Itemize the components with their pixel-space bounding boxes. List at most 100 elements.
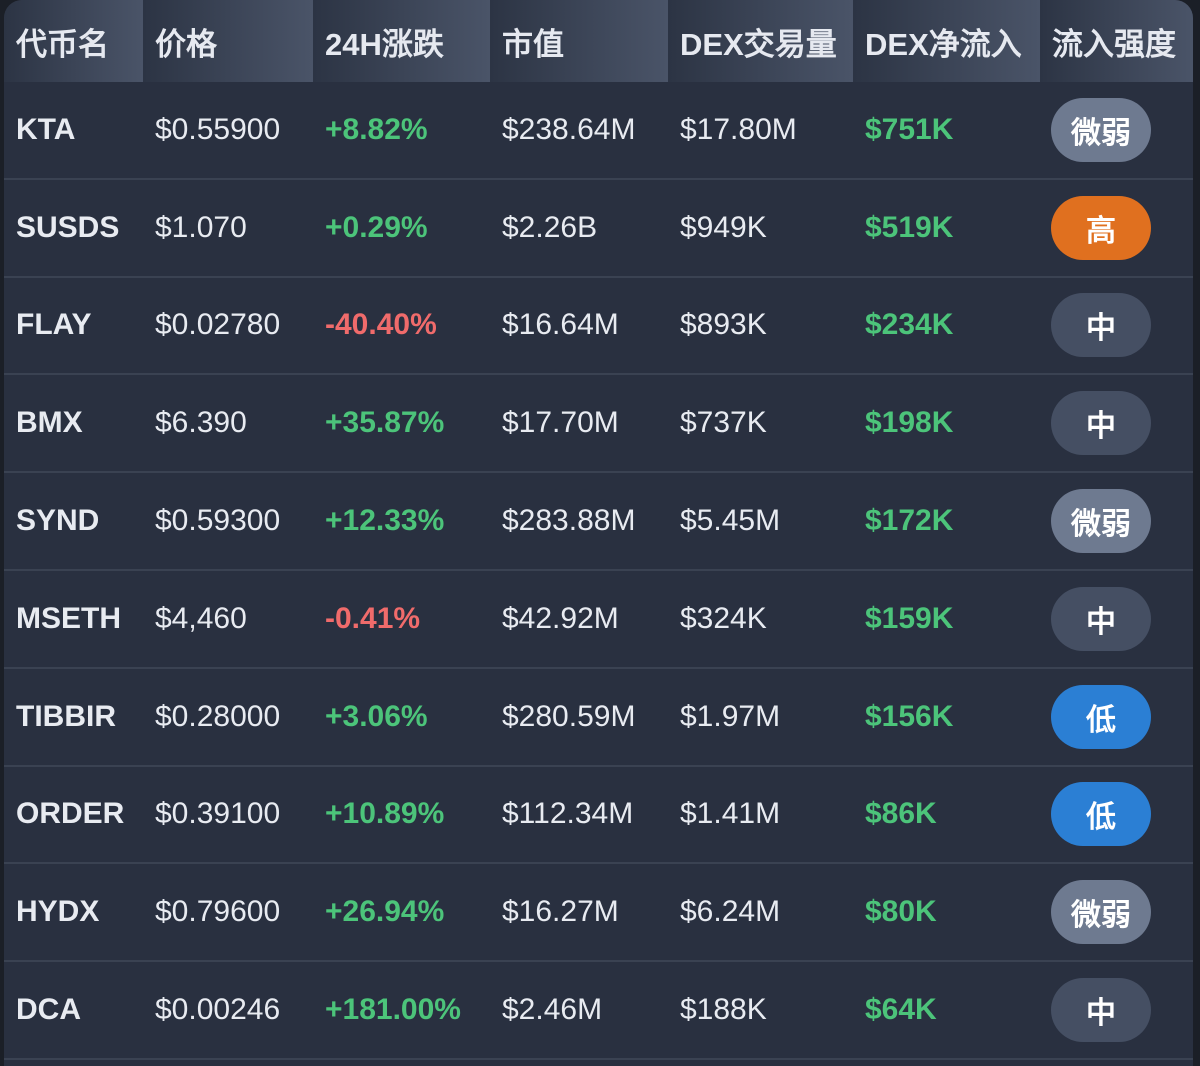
- cell-price: $0.02780: [155, 308, 281, 342]
- cell-token-name: SYND: [16, 504, 100, 538]
- cell-change-24h: +35.87%: [325, 406, 445, 440]
- inflow-strength-badge: 微弱: [1051, 880, 1151, 945]
- cell-market-cap: $112.34M: [502, 797, 634, 831]
- cell-dex-net-inflow: $751K: [865, 112, 954, 146]
- table-row[interactable]: ORDER $0.39100 +10.89% $112.34M $1.41M $86K 低: [4, 767, 1193, 865]
- cell-inflow-strength: 低: [1040, 782, 1193, 847]
- cell-token-name: BMX: [16, 406, 83, 440]
- cell-change-24h: -0.41%: [325, 601, 421, 635]
- cell-change-24h: +0.29%: [325, 210, 428, 244]
- cell-token-name: TIBBIR: [16, 699, 116, 733]
- header-dex-volume[interactable]: DEX交易量: [668, 0, 853, 82]
- cell-price: $0.00246: [155, 993, 281, 1027]
- inflow-strength-badge: 中: [1051, 293, 1151, 358]
- cell-market-cap: $238.64M: [502, 112, 636, 146]
- header-token-name[interactable]: 代币名: [4, 0, 143, 82]
- cell-inflow-strength: 中: [1040, 978, 1193, 1043]
- cell-price: $1.070: [155, 210, 247, 244]
- cell-dex-volume: $17.80M: [680, 112, 797, 146]
- cell-token-name: KTA: [16, 112, 76, 146]
- cell-change-24h: +8.82%: [325, 112, 428, 146]
- cell-token-name: HYDX: [16, 895, 100, 929]
- cell-dex-volume: $5.45M: [680, 504, 781, 538]
- cell-dex-volume: $324K: [680, 601, 767, 635]
- cell-price: $0.59300: [155, 504, 281, 538]
- inflow-strength-badge: 高: [1051, 195, 1151, 260]
- cell-dex-net-inflow: $156K: [865, 699, 954, 733]
- cell-market-cap: $283.88M: [502, 504, 636, 538]
- table-header: 代币名 价格 24H涨跌 市值 DEX交易量 DEX净流入 流入强度: [4, 0, 1193, 82]
- cell-inflow-strength: 微弱: [1040, 489, 1193, 554]
- table-row[interactable]: SYND $0.59300 +12.33% $283.88M $5.45M $172K 微弱: [4, 473, 1193, 571]
- cell-dex-volume: $1.97M: [680, 699, 781, 733]
- table-row[interactable]: SUSDS $1.070 +0.29% $2.26B $949K $519K 高: [4, 180, 1193, 278]
- table-row[interactable]: FLAY $0.02780 -40.40% $16.64M $893K $234K 中: [4, 278, 1193, 376]
- cell-price: $0.39100: [155, 797, 281, 831]
- cell-inflow-strength: 低: [1040, 684, 1193, 749]
- inflow-strength-badge: 中: [1051, 978, 1151, 1043]
- cell-price: $0.79600: [155, 895, 281, 929]
- cell-price: $0.55900: [155, 112, 281, 146]
- cell-dex-volume: $737K: [680, 406, 767, 440]
- header-market-cap[interactable]: 市值: [490, 0, 668, 82]
- table-body: KTA $0.55900 +8.82% $238.64M $17.80M $751K 微弱 S…: [4, 82, 1193, 1060]
- table-row[interactable]: TIBBIR $0.28000 +3.06% $280.59M $1.97M $156K 低: [4, 669, 1193, 767]
- header-inflow-strength[interactable]: 流入强度: [1040, 0, 1193, 82]
- cell-dex-volume: $6.24M: [680, 895, 781, 929]
- inflow-strength-badge: 中: [1051, 586, 1151, 651]
- cell-inflow-strength: 微弱: [1040, 97, 1193, 162]
- cell-dex-net-inflow: $80K: [865, 895, 937, 929]
- cell-market-cap: $17.70M: [502, 406, 619, 440]
- cell-dex-volume: $949K: [680, 210, 767, 244]
- cell-price: $4,460: [155, 601, 247, 635]
- inflow-strength-badge: 微弱: [1051, 489, 1151, 554]
- cell-token-name: MSETH: [16, 601, 121, 635]
- cell-inflow-strength: 中: [1040, 293, 1193, 358]
- cell-dex-net-inflow: $64K: [865, 993, 937, 1027]
- inflow-strength-badge: 中: [1051, 391, 1151, 456]
- cell-dex-net-inflow: $234K: [865, 308, 954, 342]
- cell-market-cap: $42.92M: [502, 601, 619, 635]
- cell-dex-volume: $188K: [680, 993, 767, 1027]
- inflow-strength-badge: 低: [1051, 782, 1151, 847]
- cell-market-cap: $16.27M: [502, 895, 619, 929]
- cell-dex-net-inflow: $86K: [865, 797, 937, 831]
- cell-change-24h: -40.40%: [325, 308, 437, 342]
- header-change-24h[interactable]: 24H涨跌: [313, 0, 490, 82]
- cell-inflow-strength: 高: [1040, 195, 1193, 260]
- cell-market-cap: $280.59M: [502, 699, 636, 733]
- token-inflow-table: 代币名 价格 24H涨跌 市值 DEX交易量 DEX净流入 流入强度 KTA $0.55900…: [4, 0, 1193, 1066]
- cell-token-name: SUSDS: [16, 210, 120, 244]
- cell-inflow-strength: 中: [1040, 586, 1193, 651]
- cell-inflow-strength: 微弱: [1040, 880, 1193, 945]
- cell-token-name: ORDER: [16, 797, 125, 831]
- cell-change-24h: +26.94%: [325, 895, 445, 929]
- cell-price: $6.390: [155, 406, 247, 440]
- table-row[interactable]: KTA $0.55900 +8.82% $238.64M $17.80M $751K 微弱: [4, 82, 1193, 180]
- table-row[interactable]: DCA $0.00246 +181.00% $2.46M $188K $64K 中: [4, 962, 1193, 1060]
- inflow-strength-badge: 微弱: [1051, 97, 1151, 162]
- header-price[interactable]: 价格: [143, 0, 313, 82]
- table-row[interactable]: HYDX $0.79600 +26.94% $16.27M $6.24M $80K 微弱: [4, 864, 1193, 963]
- cell-market-cap: $2.46M: [502, 993, 603, 1027]
- cell-change-24h: +3.06%: [325, 699, 428, 733]
- cell-dex-net-inflow: $159K: [865, 601, 954, 635]
- cell-market-cap: $16.64M: [502, 308, 619, 342]
- cell-token-name: FLAY: [16, 308, 92, 342]
- cell-price: $0.28000: [155, 699, 281, 733]
- cell-market-cap: $2.26B: [502, 210, 598, 244]
- cell-change-24h: +181.00%: [325, 993, 461, 1027]
- inflow-strength-badge: 低: [1051, 684, 1151, 749]
- cell-dex-net-inflow: $198K: [865, 406, 954, 440]
- table-row[interactable]: MSETH $4,460 -0.41% $42.92M $324K $159K 中: [4, 571, 1193, 669]
- cell-dex-volume: $1.41M: [680, 797, 781, 831]
- cell-dex-volume: $893K: [680, 308, 767, 342]
- cell-inflow-strength: 中: [1040, 391, 1193, 456]
- cell-dex-net-inflow: $172K: [865, 504, 954, 538]
- table-row[interactable]: BMX $6.390 +35.87% $17.70M $737K $198K 中: [4, 375, 1193, 474]
- cell-change-24h: +10.89%: [325, 797, 445, 831]
- cell-change-24h: +12.33%: [325, 504, 445, 538]
- cell-dex-net-inflow: $519K: [865, 210, 954, 244]
- header-dex-net-inflow[interactable]: DEX净流入: [853, 0, 1040, 82]
- cell-token-name: DCA: [16, 993, 81, 1027]
